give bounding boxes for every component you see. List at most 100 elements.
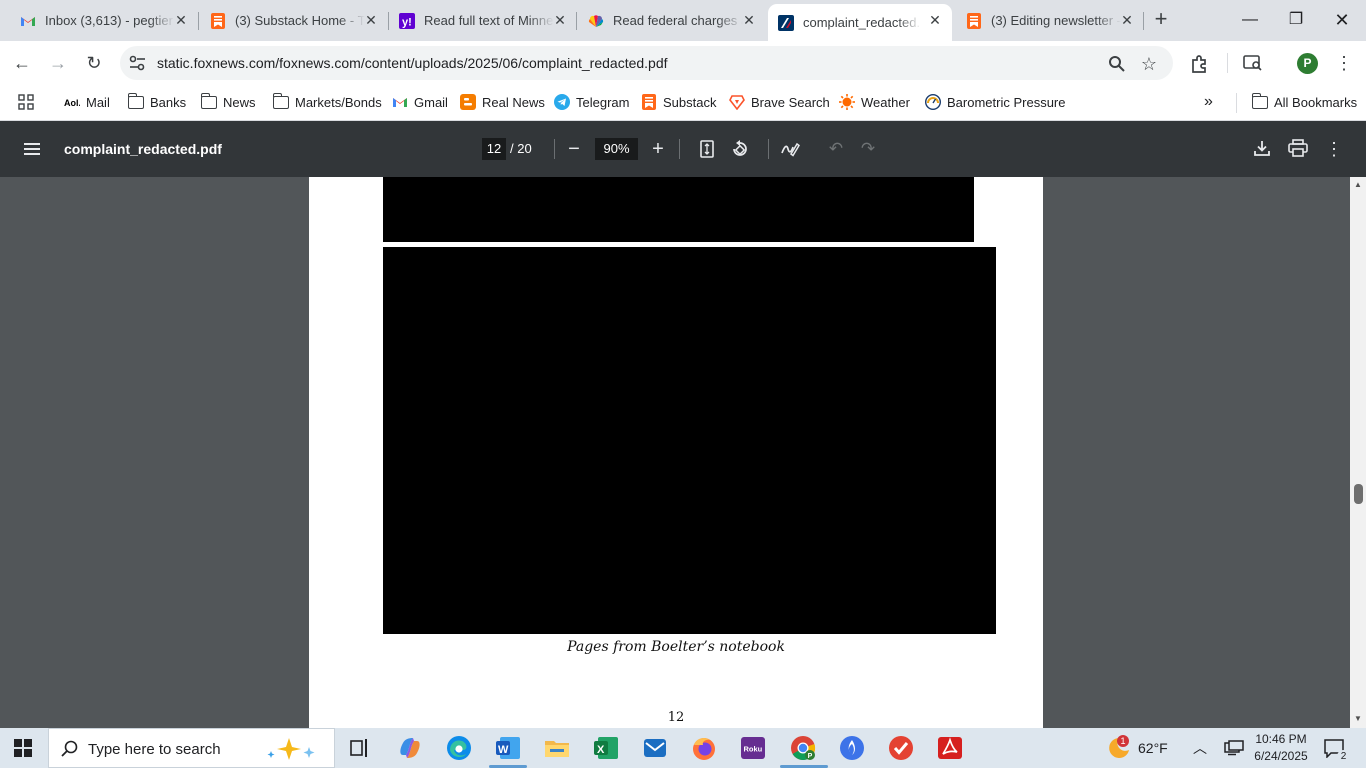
bookmark-substack[interactable]: Substack bbox=[641, 92, 716, 112]
redaction-block bbox=[383, 247, 996, 634]
bookmark-label: Banks bbox=[150, 94, 187, 110]
all-bookmarks[interactable]: All Bookmarks bbox=[1251, 92, 1357, 112]
file-explorer-icon[interactable] bbox=[544, 735, 570, 761]
more-options-icon[interactable]: ⋮ bbox=[1323, 138, 1345, 160]
windows-start-icon[interactable] bbox=[14, 739, 32, 757]
address-bar[interactable]: static.foxnews.com/foxnews.com/content/u… bbox=[120, 46, 1173, 80]
close-window-icon[interactable]: ✕ bbox=[1332, 8, 1352, 32]
edge-icon[interactable] bbox=[446, 735, 472, 761]
bookmark-banks[interactable]: Banks bbox=[127, 92, 187, 112]
bookmark-barometric-pressure[interactable]: Barometric Pressure bbox=[925, 92, 1065, 112]
notification-count-badge: 2 bbox=[1337, 750, 1350, 763]
site-settings-icon[interactable] bbox=[129, 55, 146, 71]
zoom-level-input[interactable]: 90% bbox=[595, 138, 638, 160]
close-icon[interactable]: ✕ bbox=[174, 13, 188, 27]
acrobat-icon[interactable] bbox=[937, 735, 963, 761]
bookmark-label: Weather bbox=[861, 94, 910, 110]
zoom-in-icon[interactable]: + bbox=[647, 138, 669, 160]
undo-icon[interactable]: ↶ bbox=[825, 138, 847, 160]
tab-strip: Inbox (3,613) - pegtier ✕ (3) Substack H… bbox=[0, 0, 1366, 41]
pdf-filename: complaint_redacted.pdf bbox=[64, 141, 222, 157]
close-icon[interactable]: ✕ bbox=[364, 13, 378, 27]
apps-grid-icon[interactable] bbox=[18, 94, 34, 110]
rotate-icon[interactable] bbox=[730, 139, 750, 159]
tab-nbc[interactable]: Read federal charges a ✕ bbox=[578, 4, 766, 37]
minimize-icon[interactable]: — bbox=[1240, 8, 1260, 32]
copilot-app-icon[interactable] bbox=[397, 735, 423, 761]
fit-page-icon[interactable] bbox=[700, 140, 714, 158]
scroll-thumb[interactable] bbox=[1354, 484, 1363, 504]
search-placeholder: Type here to search bbox=[88, 741, 221, 758]
bookmark-mail[interactable]: Aol. Mail bbox=[64, 92, 110, 112]
firefox-icon[interactable] bbox=[691, 735, 717, 761]
pdf-viewport[interactable]: Pages from Boelter’s notebook 12 bbox=[0, 177, 1350, 728]
bookmark-weather[interactable]: Weather bbox=[839, 92, 910, 112]
brave-icon bbox=[729, 95, 745, 110]
bookmark-separator bbox=[1236, 93, 1237, 113]
foxnews-icon bbox=[778, 14, 794, 31]
annotate-pen-icon[interactable] bbox=[780, 139, 800, 159]
outlook-mail-icon[interactable] bbox=[642, 735, 668, 761]
zoom-out-icon[interactable]: − bbox=[563, 138, 585, 160]
profile-avatar[interactable]: P bbox=[1297, 53, 1318, 74]
tab-search-icon[interactable] bbox=[1243, 54, 1263, 72]
new-tab-button[interactable]: + bbox=[1150, 8, 1172, 31]
word-icon[interactable]: W bbox=[495, 735, 521, 761]
substack-icon bbox=[967, 12, 981, 29]
tab-title: complaint_redacted.pdf bbox=[803, 15, 921, 30]
tab-gmail-inbox[interactable]: Inbox (3,613) - pegtier ✕ bbox=[10, 4, 198, 37]
excel-icon[interactable]: X bbox=[593, 735, 619, 761]
scroll-down-icon[interactable]: ▼ bbox=[1353, 714, 1363, 724]
reload-icon[interactable]: ↻ bbox=[81, 50, 107, 76]
menu-kebab-icon[interactable]: ⋮ bbox=[1331, 50, 1357, 76]
close-icon[interactable]: ✕ bbox=[553, 13, 567, 27]
taskbar-search-box[interactable]: Type here to search bbox=[48, 728, 335, 768]
tab-substack-home[interactable]: (3) Substack Home - T ✕ bbox=[200, 4, 388, 37]
copilot-sparkle-icon[interactable] bbox=[265, 736, 321, 762]
bookmark-real-news[interactable]: Real News bbox=[460, 92, 545, 112]
bookmark-markets-bonds[interactable]: Markets/Bonds bbox=[272, 92, 382, 112]
vertical-scrollbar[interactable]: ▲ ▼ bbox=[1350, 177, 1366, 728]
network-icon[interactable] bbox=[1224, 740, 1244, 756]
url-text[interactable]: static.foxnews.com/foxnews.com/content/u… bbox=[157, 55, 668, 71]
folder-icon bbox=[1251, 92, 1268, 109]
zoom-icon[interactable] bbox=[1108, 55, 1126, 73]
page-number-input[interactable]: 12 bbox=[482, 138, 506, 160]
close-icon[interactable]: ✕ bbox=[928, 13, 942, 27]
folder-icon bbox=[272, 92, 289, 109]
svg-text:y!: y! bbox=[402, 16, 412, 28]
todo-checkmark-icon[interactable] bbox=[888, 735, 914, 761]
restore-icon[interactable]: ❐ bbox=[1286, 8, 1306, 32]
back-icon[interactable]: ← bbox=[9, 50, 35, 76]
print-icon[interactable] bbox=[1288, 139, 1308, 157]
forward-icon[interactable]: → bbox=[45, 50, 71, 76]
scroll-up-icon[interactable]: ▲ bbox=[1353, 180, 1363, 190]
tab-complaint-pdf[interactable]: complaint_redacted.pdf ✕ bbox=[768, 4, 952, 41]
toolbar-separator bbox=[768, 139, 769, 159]
weather-temperature[interactable]: 62°F bbox=[1138, 740, 1168, 756]
bookmark-news[interactable]: News bbox=[200, 92, 256, 112]
extensions-icon[interactable] bbox=[1190, 54, 1210, 74]
clock-time[interactable]: 10:46 PM bbox=[1252, 732, 1310, 746]
close-icon[interactable]: ✕ bbox=[742, 13, 756, 27]
close-icon[interactable]: ✕ bbox=[1120, 13, 1134, 27]
tab-title: Read federal charges a bbox=[613, 13, 743, 28]
bookmark-brave-search[interactable]: Brave Search bbox=[729, 92, 830, 112]
bookmark-telegram[interactable]: Telegram bbox=[554, 92, 629, 112]
tab-substack-editing[interactable]: (3) Editing newsletter - ✕ bbox=[956, 4, 1144, 37]
substack-icon bbox=[211, 12, 225, 29]
sidebar-menu-icon[interactable] bbox=[24, 142, 40, 156]
clock-date[interactable]: 6/24/2025 bbox=[1252, 749, 1310, 763]
tab-yahoo[interactable]: y! Read full text of Minne ✕ bbox=[389, 4, 577, 37]
task-view-icon[interactable] bbox=[350, 738, 370, 758]
download-icon[interactable] bbox=[1253, 139, 1271, 157]
dropbox-style-app-icon[interactable] bbox=[839, 735, 865, 761]
more-bookmarks-chevron-icon[interactable]: » bbox=[1204, 92, 1213, 112]
chrome-icon[interactable]: P bbox=[790, 735, 816, 761]
redo-icon[interactable]: ↷ bbox=[857, 138, 879, 160]
bookmark-gmail[interactable]: Gmail bbox=[392, 92, 448, 112]
show-hidden-icons-chevron-icon[interactable]: ︿ bbox=[1193, 738, 1207, 758]
star-icon[interactable]: ☆ bbox=[1140, 55, 1158, 73]
roku-icon[interactable]: Roku bbox=[740, 735, 766, 761]
gmail-icon bbox=[21, 16, 35, 26]
